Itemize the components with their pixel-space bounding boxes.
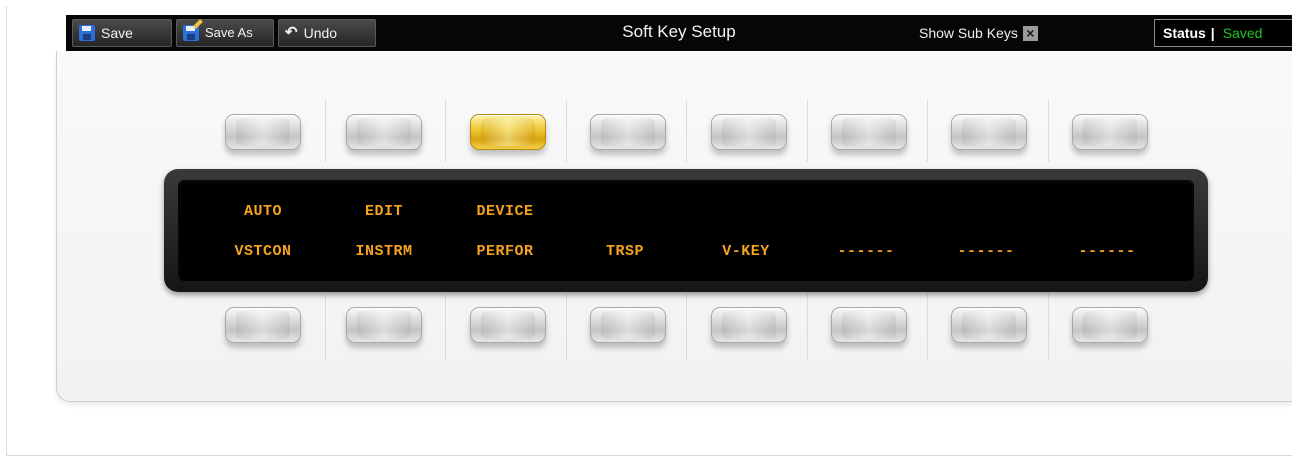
lcd-bottom-label-1[interactable]: VSTCON xyxy=(203,243,323,260)
status-separator: | xyxy=(1210,25,1215,41)
column-divider xyxy=(1048,100,1049,162)
lcd-top-label-1[interactable]: AUTO xyxy=(203,203,323,220)
column-divider xyxy=(325,294,326,360)
top-soft-key-5[interactable] xyxy=(711,114,787,150)
top-soft-key-7[interactable] xyxy=(951,114,1027,150)
column-divider xyxy=(566,294,567,360)
top-soft-key-8[interactable] xyxy=(1072,114,1148,150)
bottom-soft-key-1[interactable] xyxy=(225,307,301,343)
bottom-soft-key-3[interactable] xyxy=(470,307,546,343)
lcd-bottom-label-3[interactable]: PERFOR xyxy=(445,243,565,260)
show-sub-keys-toggle[interactable]: Show Sub Keys × xyxy=(919,15,1038,51)
status-value: Saved xyxy=(1222,25,1263,41)
lcd-bottom-label-7[interactable]: ------ xyxy=(926,243,1046,260)
save-label: Save xyxy=(101,25,133,41)
save-button[interactable]: Save xyxy=(72,19,172,47)
bottom-soft-key-5[interactable] xyxy=(711,307,787,343)
lcd-bottom-label-6[interactable]: ------ xyxy=(806,243,926,260)
column-divider xyxy=(566,100,567,162)
column-divider xyxy=(1048,294,1049,360)
bottom-soft-key-7[interactable] xyxy=(951,307,1027,343)
checkbox-x-icon[interactable]: × xyxy=(1022,25,1038,41)
top-soft-key-3[interactable] xyxy=(470,114,546,150)
column-divider xyxy=(325,100,326,162)
undo-label: Undo xyxy=(303,25,338,41)
lcd-display-bezel: AUTO EDIT DEVICE VSTCON INSTRM PERFOR TR… xyxy=(164,169,1208,292)
floppy-disk-pencil-icon xyxy=(183,19,203,41)
lcd-bottom-label-8[interactable]: ------ xyxy=(1047,243,1167,260)
top-soft-key-2[interactable] xyxy=(346,114,422,150)
status-indicator: Status | Saved xyxy=(1154,19,1292,47)
bottom-soft-key-2[interactable] xyxy=(346,307,422,343)
lcd-bottom-label-2[interactable]: INSTRM xyxy=(324,243,444,260)
column-divider xyxy=(445,294,446,360)
undo-arrow-icon: ↶ xyxy=(285,24,298,41)
top-soft-key-6[interactable] xyxy=(831,114,907,150)
bottom-soft-key-8[interactable] xyxy=(1072,307,1148,343)
column-divider xyxy=(927,294,928,360)
bottom-soft-key-4[interactable] xyxy=(590,307,666,343)
lcd-bottom-label-5[interactable]: V-KEY xyxy=(686,243,806,260)
toolbar: Save Save As ↶ Undo Soft Key Setup Show … xyxy=(66,15,1292,51)
save-as-label: Save As xyxy=(205,25,253,40)
lcd-bottom-label-4[interactable]: TRSP xyxy=(565,243,685,260)
column-divider xyxy=(807,100,808,162)
column-divider xyxy=(686,100,687,162)
undo-button[interactable]: ↶ Undo xyxy=(278,19,376,47)
top-soft-key-4[interactable] xyxy=(590,114,666,150)
lcd-top-label-2[interactable]: EDIT xyxy=(324,203,444,220)
column-divider xyxy=(927,100,928,162)
show-sub-keys-label: Show Sub Keys xyxy=(919,25,1018,41)
lcd-top-label-3[interactable]: DEVICE xyxy=(445,203,565,220)
status-label: Status xyxy=(1163,25,1206,41)
bottom-soft-key-6[interactable] xyxy=(831,307,907,343)
top-soft-key-1[interactable] xyxy=(225,114,301,150)
column-divider xyxy=(807,294,808,360)
save-as-button[interactable]: Save As xyxy=(176,19,274,47)
floppy-disk-icon xyxy=(79,25,95,41)
column-divider xyxy=(445,100,446,162)
lcd-display: AUTO EDIT DEVICE VSTCON INSTRM PERFOR TR… xyxy=(178,180,1194,281)
column-divider xyxy=(686,294,687,360)
